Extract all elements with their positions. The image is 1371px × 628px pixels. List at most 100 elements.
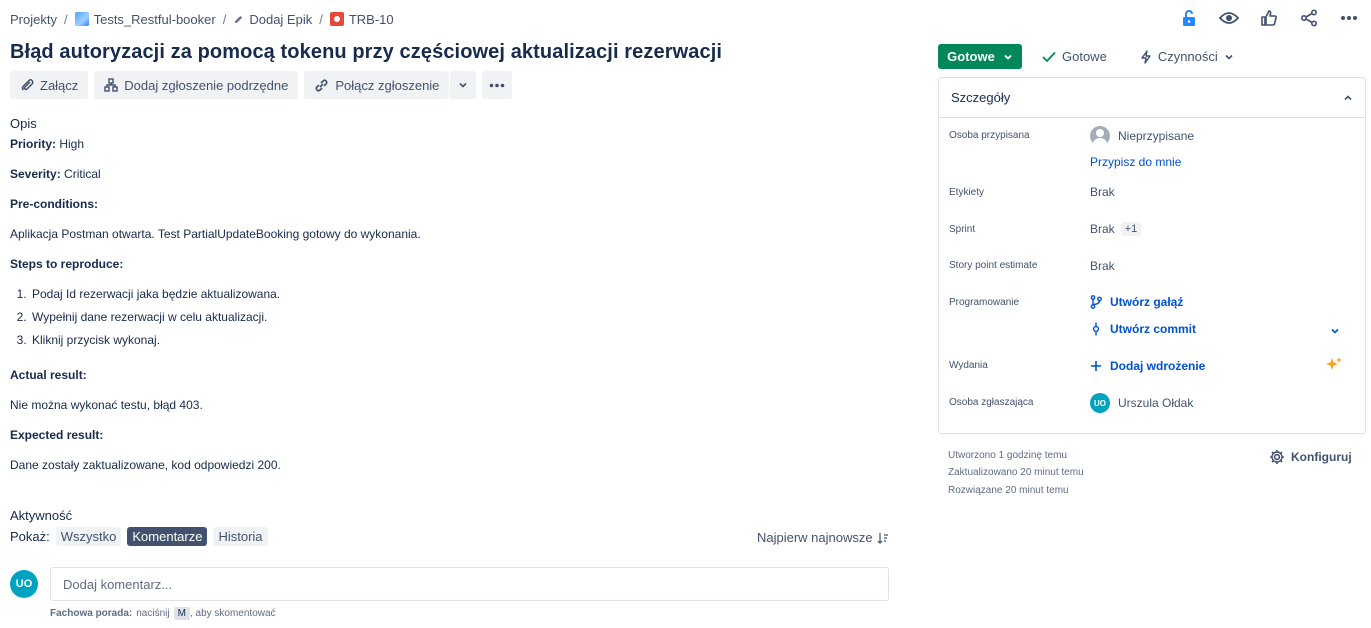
more-icon[interactable] [1339,8,1359,28]
filter-all[interactable]: Wszystko [55,527,122,546]
expected-text: Dane zostały zaktualizowane, kod odpowie… [10,458,281,472]
sprint-field[interactable]: Brak +1 [1090,222,1142,236]
assign-to-me-label: Przypisz do mnie [1090,155,1182,169]
sort-label: Najpierw najnowsze [757,530,873,545]
filter-history[interactable]: Historia [213,527,268,546]
breadcrumb-separator: / [222,11,227,27]
tip-press: naciśnij [136,608,170,619]
description-heading: Opis [10,116,37,131]
labels-value: Brak [1090,185,1115,199]
configure-button[interactable]: Konfiguruj [1269,449,1352,465]
steps-heading: Steps to reproduce: [10,257,880,271]
step-item: Kliknij przycisk wykonaj. [30,329,880,352]
create-commit-link[interactable]: Utwórz commit [1090,322,1196,336]
project-avatar-icon [74,12,89,26]
reporter-label: Osoba zgłaszająca [949,397,1034,408]
pencil-icon [235,15,243,23]
chevron-down-icon [1004,54,1012,60]
create-commit-label: Utwórz commit [1110,322,1197,336]
show-label: Pokaż: [10,529,50,544]
reporter-field[interactable]: UO Urszula Ołdak [1090,393,1193,413]
story-points-field[interactable]: Brak [1090,259,1115,273]
issue-toolbar: Załącz Dodaj zgłoszenie podrzędne Połącz… [10,71,513,99]
expected-heading: Expected result: [10,428,880,442]
create-branch-link[interactable]: Utwórz gałąź [1090,295,1183,309]
story-points-label: Story point estimate [949,260,1038,271]
status-button[interactable]: Gotowe [938,44,1022,69]
user-avatar: UO [10,570,38,598]
breadcrumb-separator: / [63,11,68,27]
assign-to-me-link[interactable]: Przypisz do mnie [1090,155,1181,169]
actual-text: Nie można wykonać testu, błąd 403. [10,398,203,412]
labels-field[interactable]: Brak [1090,185,1115,199]
steps-label: Steps to reproduce: [10,257,124,271]
thumbs-up-icon[interactable] [1259,8,1279,28]
breadcrumb-add-epic[interactable]: Dodaj Epik [233,12,312,27]
resolution-done[interactable]: Gotowe [1042,49,1107,64]
link-issue-button[interactable]: Połącz zgłoszenie [304,71,450,99]
preconditions-text: Aplikacja Postman otwarta. Test PartialU… [10,227,421,241]
create-branch-label: Utwórz gałąź [1110,295,1184,309]
actual-label: Actual result: [10,368,87,382]
issue-title[interactable]: Błąd autoryzacji za pomocą tokenu przy c… [10,41,722,64]
resolution-label: Gotowe [1062,49,1107,64]
breadcrumb-project[interactable]: Tests_Restful-booker [74,11,216,27]
step-item: Podaj Id rezerwacji jaka będzie aktualiz… [30,283,880,306]
branch-icon [1090,295,1102,309]
plus-icon [1091,361,1101,371]
status-label: Gotowe [947,49,995,64]
sprint-label: Sprint [949,224,976,235]
step-item: Wypełnij dane rezerwacji w celu aktualiz… [30,306,880,329]
shortcut-key: M [173,607,190,620]
reporter-avatar: UO [1090,393,1110,413]
link-issue-dropdown[interactable] [449,71,477,99]
gear-icon [1270,450,1284,464]
description[interactable]: Opis Priority: High Severity: Critical P… [10,116,880,488]
details-header[interactable]: Szczegóły [939,78,1365,118]
filter-comments[interactable]: Komentarze [127,527,208,546]
watch-eye-icon[interactable] [1219,8,1239,28]
share-icon[interactable] [1299,8,1319,28]
check-icon [1042,51,1056,62]
attach-button[interactable]: Załącz [10,71,89,99]
unlock-icon[interactable] [1179,8,1199,28]
add-deployment-link[interactable]: Dodaj wdrożenie [1090,359,1205,373]
severity-value: Critical [60,167,101,181]
reporter-value: Urszula Ołdak [1118,396,1194,410]
sprint-badge: +1 [1120,222,1142,236]
assignee-label: Osoba przypisana [949,130,1030,141]
breadcrumb-projects-label: Projekty [10,11,57,27]
story-points-value: Brak [1090,259,1115,273]
preconditions-label: Pre-conditions: [10,197,99,211]
severity-label: Severity: [10,167,61,181]
steps-list: Podaj Id rezerwacji jaka będzie aktualiz… [30,283,880,352]
actions-button[interactable]: Czynności [1140,49,1234,64]
breadcrumb-projects[interactable]: Projekty [10,12,57,27]
breadcrumb-project-label: Tests_Restful-booker [93,11,216,27]
sparkle-ai-icon[interactable] [1325,356,1343,374]
commit-icon [1092,322,1100,336]
comment-input[interactable]: Dodaj komentarz... [50,567,889,601]
chevron-up-icon [1344,94,1352,100]
add-child-button[interactable]: Dodaj zgłoszenie podrzędne [94,71,299,99]
chevron-down-icon [1225,54,1233,60]
actual-heading: Actual result: [10,368,880,382]
link-icon [315,78,328,92]
more-icon [490,83,505,87]
more-actions-button[interactable] [482,71,513,99]
details-title: Szczegóły [951,90,1011,105]
breadcrumb-issue[interactable]: TRB-10 [329,12,394,27]
breadcrumb: Projekty / Tests_Restful-booker / Dodaj … [10,10,394,28]
chevron-down-icon[interactable] [1330,326,1340,336]
bug-icon [329,12,344,26]
sort-button[interactable]: Najpierw najnowsze [757,530,889,545]
configure-label: Konfiguruj [1291,450,1352,464]
sort-icon [877,532,888,544]
assignee-value: Nieprzypisane [1118,129,1195,143]
priority-label: Priority: [10,137,57,151]
activity-filters: Pokaż: Wszystko Komentarze Historia [10,527,268,546]
releases-label: Wydania [949,360,988,371]
updated-time: Zaktualizowano 20 minut temu [948,467,1084,478]
resolved-time: Rozwiązane 20 minut temu [948,485,1069,496]
assignee-field[interactable]: Nieprzypisane [1090,126,1194,146]
